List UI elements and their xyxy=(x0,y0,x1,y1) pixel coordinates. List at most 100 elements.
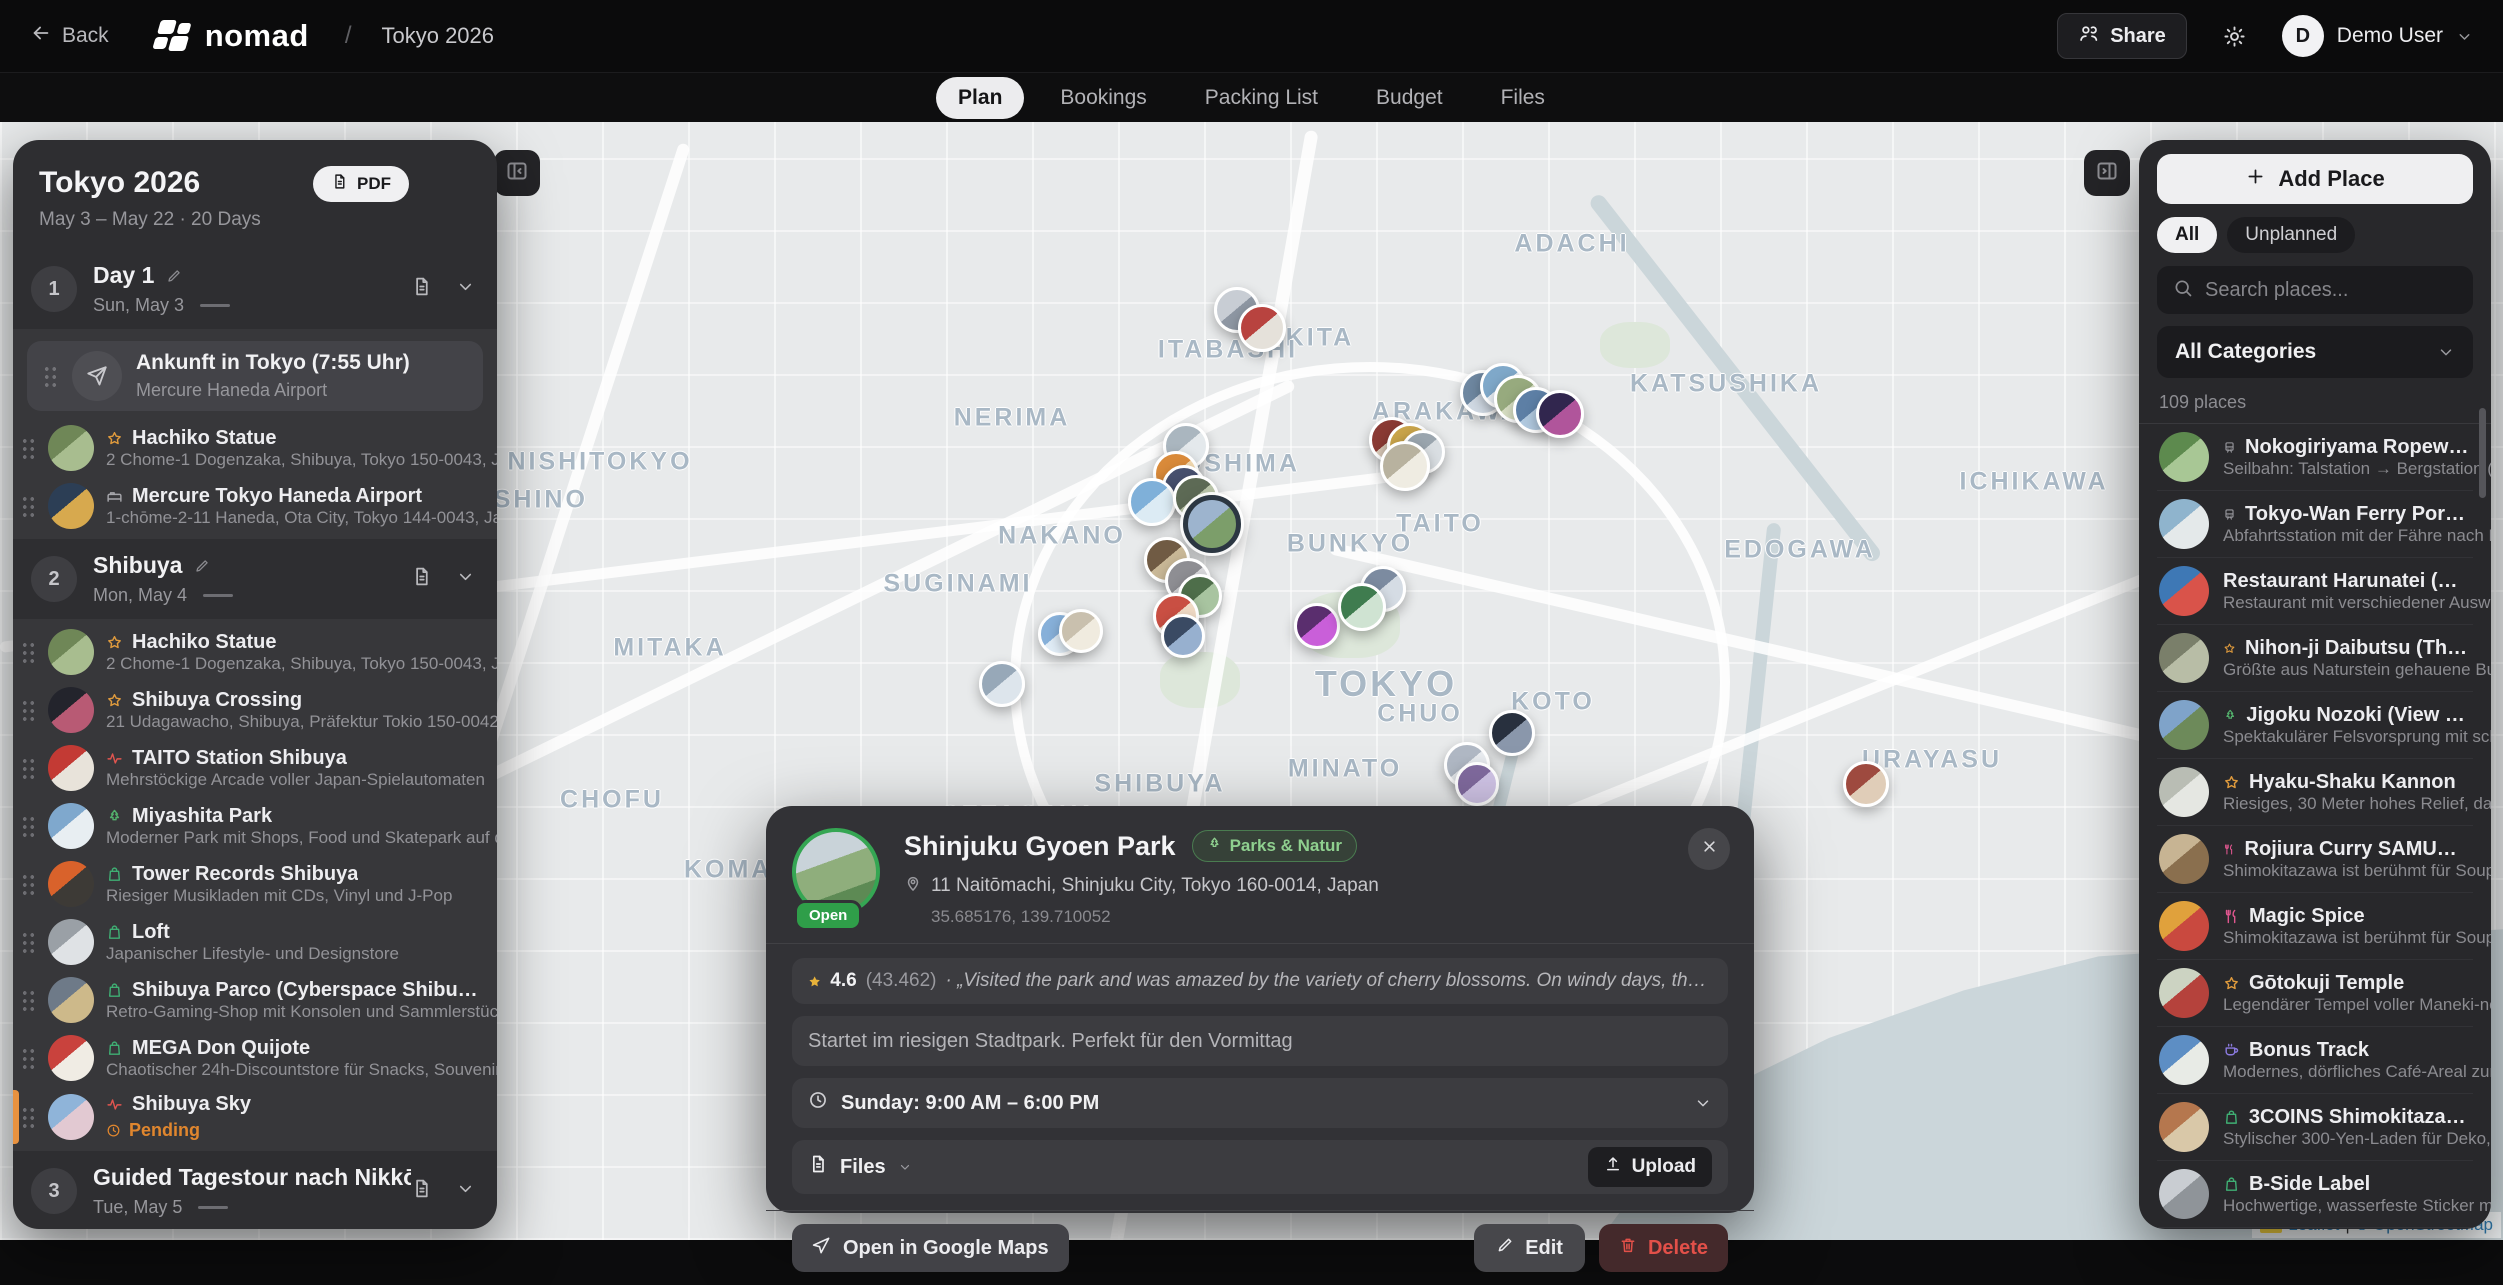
arrowLeft-icon xyxy=(30,22,52,44)
tab-bookings[interactable]: Bookings xyxy=(1038,77,1168,119)
files-row[interactable]: Files Upload xyxy=(792,1140,1728,1194)
itinerary-stop-card[interactable]: Ankunft in Tokyo (7:55 Uhr)Mercure Haned… xyxy=(27,341,483,411)
coffee-icon xyxy=(2223,1042,2240,1059)
opening-hours-row[interactable]: Sunday: 9:00 AM – 6:00 PM xyxy=(792,1078,1728,1128)
filter-pill-unplanned[interactable]: Unplanned xyxy=(2227,217,2355,253)
collapse-right-panel-button[interactable] xyxy=(2084,150,2130,196)
drag-handle-icon[interactable] xyxy=(21,641,36,664)
note-input[interactable] xyxy=(808,1030,1712,1053)
collapse-day-button[interactable] xyxy=(456,1179,475,1203)
collapse-left-panel-button[interactable] xyxy=(494,150,540,196)
place-list-item[interactable]: Village Vanguard xyxy=(2157,1228,2473,1229)
place-list-item[interactable]: Nokogiriyama Ropeway Sum…Seilbahn: Talst… xyxy=(2157,424,2473,491)
place-list-item[interactable]: Magic SpiceShimokitazawa ist berühmt für… xyxy=(2157,893,2473,960)
place-list-item[interactable]: Restaurant Harunatei (Kanaya Po…Restaura… xyxy=(2157,558,2473,625)
drag-handle-icon[interactable] xyxy=(21,437,36,460)
pdf-label: PDF xyxy=(357,174,391,194)
itinerary-place-item[interactable]: Hachiko Statue2 Chome-1 Dogenzaka, Shibu… xyxy=(13,623,497,681)
drag-handle-icon[interactable] xyxy=(43,365,58,388)
tree-icon xyxy=(2223,707,2237,724)
drag-handle-icon[interactable] xyxy=(21,815,36,838)
breadcrumb-separator: / xyxy=(345,22,352,50)
map-marker[interactable] xyxy=(1238,304,1286,352)
map-marker-selected[interactable] xyxy=(1183,495,1241,553)
tab-plan[interactable]: Plan xyxy=(936,77,1024,119)
itinerary-place-item[interactable]: Miyashita ParkModerner Park mit Shops, F… xyxy=(13,797,497,855)
collapse-day-button[interactable] xyxy=(456,567,475,591)
pencil-icon[interactable] xyxy=(194,558,210,574)
place-list-item[interactable]: B-Side LabelHochwertige, wasserfeste Sti… xyxy=(2157,1161,2473,1228)
add-place-button[interactable]: Add Place xyxy=(2157,154,2473,204)
open-google-maps-button[interactable]: Open in Google Maps xyxy=(792,1224,1069,1272)
scrollbar-thumb[interactable] xyxy=(2479,408,2486,498)
itinerary-place-item[interactable]: MEGA Don QuijoteChaotischer 24h-Discount… xyxy=(13,1029,497,1087)
theme-toggle-sun-icon[interactable] xyxy=(2223,25,2246,48)
drag-handle-icon[interactable] xyxy=(21,931,36,954)
itinerary-place-item[interactable]: LoftJapanischer Lifestyle- und Designsto… xyxy=(13,913,497,971)
itinerary-place-item[interactable]: Shibuya Crossing21 Udagawacho, Shibuya, … xyxy=(13,681,497,739)
place-list-item[interactable]: Gōtokuji TempleLegendärer Tempel voller … xyxy=(2157,960,2473,1027)
share-button[interactable]: Share xyxy=(2057,13,2187,59)
day-section-header[interactable]: 3Guided Tagestour nach NikkōTue, May 5 xyxy=(13,1151,497,1229)
place-list-item[interactable]: 3COINS ShimokitazawaStylischer 300-Yen-L… xyxy=(2157,1094,2473,1161)
drag-handle-icon[interactable] xyxy=(21,495,36,518)
map-marker[interactable] xyxy=(979,661,1025,707)
map-marker[interactable] xyxy=(1455,762,1499,806)
map-marker[interactable] xyxy=(1161,614,1205,658)
day-section-header[interactable]: 2ShibuyaMon, May 4 xyxy=(13,539,497,619)
close-card-button[interactable] xyxy=(1688,828,1730,870)
rating-row[interactable]: 4.6 (43.462) · „Visited the park and was… xyxy=(792,958,1728,1004)
tab-files[interactable]: Files xyxy=(1479,77,1567,119)
day-section-header[interactable]: 1Day 1Sun, May 3 xyxy=(13,249,497,329)
map-marker[interactable] xyxy=(1489,710,1535,756)
day-notes-button[interactable] xyxy=(411,276,432,302)
map-marker[interactable] xyxy=(1294,603,1340,649)
place-title: B-Side Label xyxy=(2223,1173,2471,1196)
filter-pill-all[interactable]: All xyxy=(2157,217,2217,253)
itinerary-place-item[interactable]: Hachiko Statue2 Chome-1 Dogenzaka, Shibu… xyxy=(13,419,497,477)
user-menu[interactable]: D Demo User xyxy=(2282,15,2473,57)
place-title: Gōtokuji Temple xyxy=(2223,972,2471,995)
pencil-icon[interactable] xyxy=(166,268,182,284)
place-list-item[interactable]: Tokyo-Wan Ferry Port Kuriha…Abfahrtsstat… xyxy=(2157,491,2473,558)
place-list-item[interactable]: Bonus TrackModernes, dörfliches Café-Are… xyxy=(2157,1027,2473,1094)
map-marker[interactable] xyxy=(1536,390,1584,438)
map-marker[interactable] xyxy=(1843,761,1889,807)
drag-handle-icon[interactable] xyxy=(21,757,36,780)
itinerary-place-item[interactable]: Shibuya SkyPending xyxy=(13,1087,497,1147)
map-marker[interactable] xyxy=(1380,441,1430,491)
drag-handle-icon[interactable] xyxy=(21,989,36,1012)
add-place-label: Add Place xyxy=(2278,166,2384,192)
drag-handle-icon[interactable] xyxy=(21,1106,36,1129)
place-list-item[interactable]: Jigoku Nozoki (View of Hell)Spektakuläre… xyxy=(2157,692,2473,759)
place-list-item[interactable]: Hyaku-Shaku KannonRiesiges, 30 Meter hoh… xyxy=(2157,759,2473,826)
drag-handle-icon[interactable] xyxy=(21,1047,36,1070)
upload-button[interactable]: Upload xyxy=(1588,1147,1712,1187)
drag-handle-icon[interactable] xyxy=(21,699,36,722)
edit-button[interactable]: Edit xyxy=(1474,1224,1585,1272)
place-subtitle: Shimokitazawa ist berühmt für Soup Curry xyxy=(2223,928,2491,947)
itinerary-place-item[interactable]: Tower Records ShibuyaRiesiger Musikladen… xyxy=(13,855,497,913)
place-list-item[interactable]: Nihon-ji Daibutsu (The Great …Größte aus… xyxy=(2157,625,2473,692)
drag-handle-icon[interactable] xyxy=(21,873,36,896)
app-logo[interactable]: nomad xyxy=(151,18,309,54)
map-marker[interactable] xyxy=(1059,609,1103,653)
top-bar: Back nomad / Tokyo 2026 Share D Demo Use… xyxy=(0,0,2503,72)
export-pdf-button[interactable]: PDF xyxy=(313,166,409,202)
itinerary-place-item[interactable]: TAITO Station ShibuyaMehrstöckige Arcade… xyxy=(13,739,497,797)
search-input[interactable] xyxy=(2205,279,2470,302)
delete-button[interactable]: Delete xyxy=(1599,1224,1728,1272)
itinerary-place-item[interactable]: Shibuya Parco (Cyberspace Shibuya)Retro-… xyxy=(13,971,497,1029)
place-list-item[interactable]: Rojiura Curry SAMURAI. Shim…Shimokitazaw… xyxy=(2157,826,2473,893)
category-filter-select[interactable]: All Categories xyxy=(2157,326,2473,378)
place-photo xyxy=(48,1094,94,1140)
itinerary-place-item[interactable]: Mercure Tokyo Haneda Airport1-chōme-2-11… xyxy=(13,477,497,535)
day-notes-button[interactable] xyxy=(411,566,432,592)
map-marker[interactable] xyxy=(1128,478,1176,526)
day-notes-button[interactable] xyxy=(411,1178,432,1204)
back-button[interactable]: Back xyxy=(30,22,109,50)
map-marker[interactable] xyxy=(1338,583,1386,631)
collapse-day-button[interactable] xyxy=(456,277,475,301)
tab-budget[interactable]: Budget xyxy=(1354,77,1465,119)
tab-packing-list[interactable]: Packing List xyxy=(1183,77,1340,119)
